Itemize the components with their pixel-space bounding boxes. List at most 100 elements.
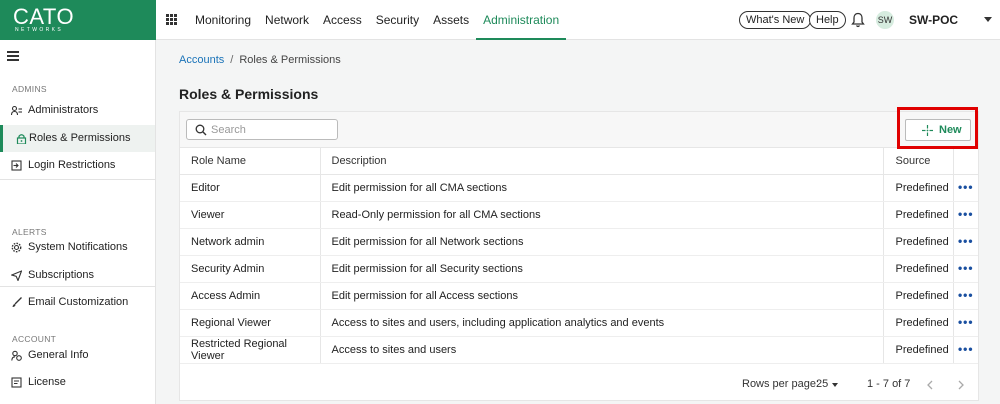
column-header-description[interactable]: Description bbox=[319, 147, 883, 175]
search-icon bbox=[195, 124, 207, 136]
cell-role-name: Network admin bbox=[180, 228, 320, 256]
nav-assets[interactable]: Assets bbox=[426, 0, 476, 40]
send-icon bbox=[11, 270, 22, 281]
table-row[interactable]: Security Admin Edit permission for all Se… bbox=[180, 255, 978, 283]
app-grid-icon[interactable] bbox=[166, 14, 177, 25]
cell-description: Edit permission for all CMA sections bbox=[319, 174, 883, 202]
cell-actions: ••• bbox=[952, 228, 978, 256]
table-header-row: Role Name Description Source bbox=[180, 147, 978, 175]
breadcrumb-current: Roles & Permissions bbox=[239, 54, 341, 66]
column-header-source[interactable]: Source bbox=[882, 147, 953, 175]
more-actions-icon[interactable]: ••• bbox=[958, 180, 974, 194]
sidebar-item-system-notifications[interactable]: System Notifications bbox=[0, 234, 155, 261]
page-title: Roles & Permissions bbox=[179, 86, 319, 102]
sidebar-item-label: License bbox=[28, 376, 66, 388]
whats-new-button[interactable]: What's New bbox=[739, 11, 812, 29]
sidebar-item-label: Email Customization bbox=[28, 296, 129, 308]
rows-per-page-select[interactable]: 25 bbox=[816, 378, 828, 390]
breadcrumb-separator: / bbox=[230, 54, 234, 66]
cell-actions: ••• bbox=[952, 309, 978, 337]
breadcrumb-accounts-link[interactable]: Accounts bbox=[179, 54, 224, 66]
sidebar-item-roles-permissions[interactable]: Roles & Permissions bbox=[0, 125, 155, 152]
search-input[interactable] bbox=[211, 122, 331, 137]
pagination: Rows per page: 25 1 - 7 of 7 bbox=[180, 371, 978, 401]
lock-icon bbox=[16, 134, 27, 144]
sidebar-item-license[interactable]: License bbox=[0, 369, 155, 396]
table-row[interactable]: Network admin Edit permission for all Net… bbox=[180, 228, 978, 256]
cell-source: Predefined bbox=[882, 309, 953, 337]
breadcrumb: Accounts / Roles & Permissions bbox=[179, 54, 341, 66]
logo-subtitle: NETWORKS bbox=[15, 27, 64, 33]
more-actions-icon[interactable]: ••• bbox=[958, 315, 974, 329]
previous-page-icon[interactable] bbox=[924, 378, 936, 392]
more-actions-icon[interactable]: ••• bbox=[958, 234, 974, 248]
cell-description: Edit permission for all Security section… bbox=[319, 255, 883, 283]
sidebar-item-label: System Notifications bbox=[28, 241, 128, 253]
license-icon bbox=[11, 377, 22, 388]
nav-monitoring[interactable]: Monitoring bbox=[188, 0, 258, 40]
sidebar-item-label: Subscriptions bbox=[28, 269, 95, 281]
sidebar-divider bbox=[0, 179, 155, 180]
cell-actions: ••• bbox=[952, 174, 978, 202]
more-actions-icon[interactable]: ••• bbox=[958, 288, 974, 302]
more-actions-icon[interactable]: ••• bbox=[958, 342, 974, 356]
nav-security[interactable]: Security bbox=[369, 0, 426, 40]
roles-card: New Role Name Description Source EditorE… bbox=[179, 111, 979, 401]
cell-actions: ••• bbox=[952, 336, 978, 364]
sidebar-item-email-customization[interactable]: Email Customization bbox=[0, 289, 155, 316]
cell-actions: ••• bbox=[952, 201, 978, 229]
more-actions-icon[interactable]: ••• bbox=[958, 261, 974, 275]
cell-role-name: Security Admin bbox=[180, 255, 320, 283]
main-nav: Monitoring Network Access Security Assets Adm… bbox=[188, 0, 567, 40]
rows-per-page-label: Rows per page: bbox=[742, 378, 820, 390]
cato-logo[interactable]: CATO NETWORKS bbox=[0, 0, 156, 40]
more-actions-icon[interactable]: ••• bbox=[958, 207, 974, 221]
login-icon bbox=[11, 160, 22, 171]
cell-role-name: Restricted Regional Viewer bbox=[180, 336, 320, 364]
gear-icon bbox=[11, 242, 22, 253]
sidebar-item-login-restrictions[interactable]: Login Restrictions bbox=[0, 152, 155, 179]
nav-administration[interactable]: Administration bbox=[476, 0, 567, 40]
cell-description: Read-Only permission for all CMA section… bbox=[319, 201, 883, 229]
nav-network[interactable]: Network bbox=[258, 0, 316, 40]
nav-access[interactable]: Access bbox=[316, 0, 369, 40]
help-button[interactable]: Help bbox=[809, 11, 846, 29]
column-header-role-name[interactable]: Role Name bbox=[180, 147, 320, 175]
sidebar-item-label: Login Restrictions bbox=[28, 159, 116, 171]
table-row[interactable]: Access Admin Edit permission for all Acce… bbox=[180, 282, 978, 310]
sidebar-item-general-info[interactable]: General Info bbox=[0, 342, 155, 369]
cell-source: Predefined bbox=[882, 228, 953, 256]
search-box[interactable] bbox=[186, 119, 338, 140]
table-row[interactable]: Regional Viewer Access to sites and users… bbox=[180, 309, 978, 337]
table-row[interactable]: Viewer Read-Only permission for all CMA s… bbox=[180, 201, 978, 229]
menu-icon[interactable] bbox=[7, 51, 19, 61]
sidebar-item-sockets-inventory[interactable]: Sockets Inventory bbox=[0, 397, 155, 404]
table-row[interactable]: Restricted Regional Viewer Access to site… bbox=[180, 336, 978, 364]
sidebar-item-label: Roles & Permissions bbox=[29, 132, 131, 144]
users-icon bbox=[11, 105, 22, 116]
table-toolbar: New bbox=[180, 112, 978, 147]
cell-source: Predefined bbox=[882, 201, 953, 229]
info-icon bbox=[11, 350, 22, 361]
cell-description: Edit permission for all Access sections bbox=[319, 282, 883, 310]
cell-source: Predefined bbox=[882, 255, 953, 283]
cell-role-name: Editor bbox=[180, 174, 320, 202]
cell-description: Access to sites and users bbox=[319, 336, 883, 364]
table-row[interactable]: Editor Edit permission for all CMA sectio… bbox=[180, 174, 978, 202]
new-button-highlight bbox=[897, 107, 978, 149]
sidebar-item-label: Administrators bbox=[28, 104, 99, 116]
sidebar-item-administrators[interactable]: Administrators bbox=[0, 97, 155, 124]
next-page-icon[interactable] bbox=[955, 378, 967, 392]
rows-per-page-caret-icon[interactable] bbox=[832, 383, 838, 387]
cell-actions: ••• bbox=[952, 282, 978, 310]
avatar[interactable]: SW bbox=[876, 11, 894, 29]
sidebar-item-subscriptions[interactable]: Subscriptions bbox=[0, 262, 155, 289]
sidebar-divider bbox=[0, 286, 155, 287]
cell-source: Predefined bbox=[882, 282, 953, 310]
bell-icon[interactable] bbox=[851, 12, 865, 28]
cell-role-name: Access Admin bbox=[180, 282, 320, 310]
sidebar-item-label: General Info bbox=[28, 349, 89, 361]
account-name[interactable]: SW-POC bbox=[909, 13, 958, 27]
account-dropdown-icon[interactable] bbox=[984, 17, 992, 22]
cell-source: Predefined bbox=[882, 174, 953, 202]
